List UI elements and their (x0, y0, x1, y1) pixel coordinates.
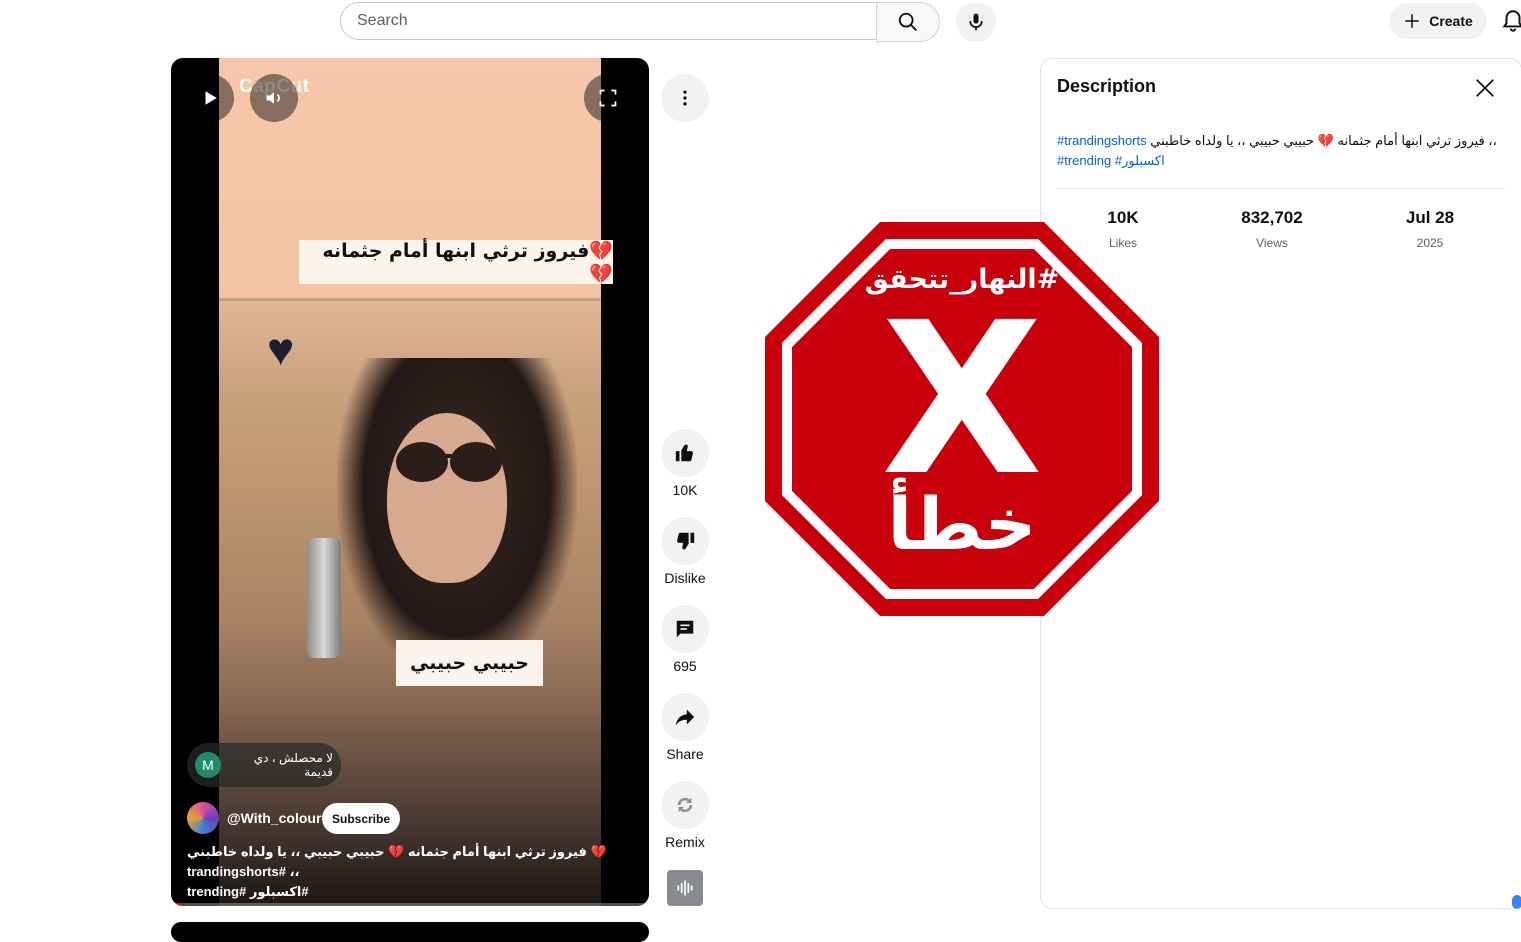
dislike-label: Dislike (664, 570, 706, 586)
views-stat-value: 832,702 (1241, 208, 1303, 227)
comment-count: 695 (673, 658, 697, 674)
video-caption-middle: حبيبي حبيبي (396, 640, 543, 686)
subscribe-button[interactable]: Subscribe (322, 803, 400, 834)
description-title: Description (1057, 76, 1157, 96)
volume-icon (266, 92, 280, 104)
false-x-mark: X (881, 277, 1043, 522)
create-label: Create (1429, 13, 1473, 29)
microphone-icon (969, 13, 983, 31)
create-button[interactable]: Create (1389, 3, 1487, 39)
video-progress-bar[interactable] (171, 903, 649, 906)
search-button[interactable] (876, 2, 940, 42)
close-icon[interactable] (1474, 77, 1496, 99)
description-body: فيروز ترثي ابنها أمام جثمانه 💔 حبيبي حبي… (1150, 133, 1497, 148)
more-vertical-icon (683, 90, 687, 106)
sunglasses (396, 442, 502, 482)
fullscreen-icon (599, 89, 617, 107)
video-progress-fill (171, 903, 181, 906)
views-stat: 832,702 Views (1212, 208, 1332, 250)
singer-face (387, 413, 507, 583)
remix-label: Remix (665, 834, 705, 850)
video-title-line1: 💔 فيروز ترثي ابنها أمام جثمانه 💔 حبيبي ح… (187, 844, 607, 879)
description-divider (1057, 188, 1505, 189)
video-title-line2: #اكسبلور #trending (187, 884, 309, 899)
voice-search-button[interactable] (956, 2, 996, 42)
remix-button[interactable] (661, 781, 709, 829)
audio-track-thumbnail[interactable] (667, 870, 703, 906)
play-icon (205, 91, 217, 105)
fullscreen-button[interactable] (584, 74, 632, 122)
description-text: #trandingshorts فيروز ترثي ابنها أمام جث… (1057, 131, 1497, 171)
video-caption-top: 💔فيروز ترثي ابنها أمام جثمانه💔 (299, 240, 613, 285)
frame-divider (219, 298, 601, 301)
hashtag-trending[interactable]: #trending (1057, 153, 1111, 168)
date-stat-year: 2025 (1416, 236, 1444, 250)
remix-icon (677, 797, 693, 813)
share-button[interactable] (661, 693, 709, 741)
black-heart-icon: ♥ (267, 323, 295, 375)
like-button[interactable] (661, 429, 709, 477)
dislike-button[interactable] (661, 517, 709, 565)
play-button[interactable] (186, 74, 234, 122)
thumbs-down-icon (677, 532, 695, 550)
date-stat: Jul 28 2025 (1370, 208, 1490, 250)
comments-button[interactable] (661, 605, 709, 653)
scroll-indicator[interactable] (1512, 895, 1521, 909)
channel-name[interactable]: @With_colour (227, 810, 321, 826)
hashtag-trandingshorts[interactable]: #trandingshorts (1057, 133, 1147, 148)
video-title[interactable]: 💔 فيروز ترثي ابنها أمام جثمانه 💔 حبيبي ح… (187, 842, 617, 902)
comment-icon (676, 620, 694, 638)
comment-text: لا محصلش ، دي قديمة (253, 751, 333, 779)
date-stat-value: Jul 28 (1405, 208, 1455, 227)
volume-button[interactable] (250, 74, 298, 122)
views-stat-label: Views (1256, 236, 1288, 250)
share-label: Share (666, 746, 704, 762)
next-video-preview[interactable] (171, 922, 649, 942)
thumbs-up-icon (675, 444, 693, 462)
share-icon (675, 709, 695, 726)
hashtag-explore[interactable]: #اكسبلور (1115, 153, 1165, 168)
fact-check-verdict: خطأ (887, 482, 1037, 566)
notifications-bell-icon[interactable] (1500, 8, 1521, 34)
search-placeholder: Search (357, 12, 408, 29)
search-icon (898, 12, 917, 31)
more-options-button[interactable] (661, 74, 709, 122)
audio-waveform-icon (677, 880, 693, 896)
like-count: 10K (672, 482, 698, 498)
search-input[interactable]: Search (340, 2, 876, 40)
plus-icon (1405, 14, 1419, 28)
studio-microphone (307, 538, 341, 658)
channel-avatar[interactable] (187, 802, 219, 834)
pinned-comment[interactable]: M لا محصلش ، دي قديمة (187, 743, 341, 787)
comment-avatar: M (195, 752, 221, 778)
